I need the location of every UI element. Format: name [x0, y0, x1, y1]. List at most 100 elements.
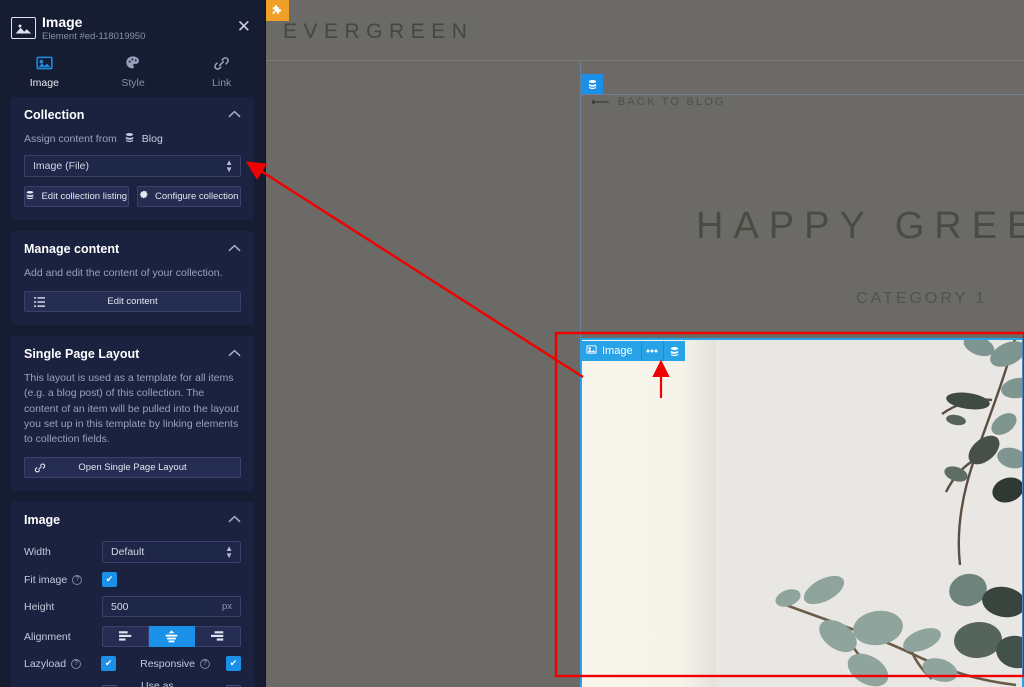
edit-content-label: Edit content [107, 296, 158, 308]
align-right-icon[interactable] [195, 626, 241, 648]
tab-link[interactable]: Link [177, 48, 265, 89]
alignment-segment[interactable] [102, 626, 241, 648]
section-image: Image Width Default ▲ ▼ Fit image ? ✔ He… [11, 502, 254, 687]
element-label-text: Image [602, 345, 633, 357]
lazyload-row: Lazyload ? Responsive ? [24, 656, 241, 672]
link-icon [34, 462, 46, 477]
assign-value[interactable]: Blog [142, 133, 163, 145]
single-page-layout-description: This layout is used as a template for al… [24, 372, 239, 446]
assign-label: Assign content from [24, 133, 117, 145]
image-icon [0, 52, 89, 74]
chevron-up-icon[interactable] [228, 244, 241, 255]
alignment-row: Alignment [24, 626, 241, 648]
dots-icon[interactable] [640, 341, 663, 361]
gear-icon [139, 190, 149, 203]
section-single-page-layout-header[interactable]: Single Page Layout [11, 336, 254, 371]
collection-field-select[interactable]: Image (File) ▲ ▼ [24, 155, 241, 177]
palette-icon [89, 52, 178, 74]
use-as-headline-label: Use as headline [141, 680, 174, 687]
tab-image-label: Image [29, 77, 59, 89]
responsive-label: Responsive [140, 657, 195, 670]
section-manage-content: Manage content Add and edit the content … [11, 231, 254, 326]
close-icon[interactable]: ✕ [237, 18, 251, 35]
manage-content-description: Add and edit the content of your collect… [24, 267, 223, 279]
width-value: Default [111, 546, 145, 559]
site-logo: EVERGREEN [283, 20, 474, 43]
photo-left-page [582, 340, 722, 687]
page-title: Image [42, 14, 83, 30]
selected-image-element[interactable] [580, 338, 1024, 687]
lazyload-label: Lazyload [24, 657, 67, 670]
fit-image-row: Fit image ? [24, 572, 241, 588]
list-icon [34, 297, 45, 310]
database-icon[interactable] [581, 74, 603, 94]
width-label: Width [24, 546, 51, 559]
site-header: EVERGREEN [266, 0, 1024, 61]
panel-tabs[interactable]: Image Style Link [0, 48, 265, 89]
alignment-label: Alignment [24, 630, 71, 643]
responsive-checkbox[interactable] [226, 656, 241, 672]
align-center-icon[interactable] [149, 626, 195, 648]
panel-header: Image Element #ed-118019950 ✕ Image Styl… [0, 0, 265, 97]
help-icon[interactable]: ? [71, 658, 82, 669]
section-manage-content-header[interactable]: Manage content [11, 231, 254, 266]
edit-collection-listing-button[interactable]: Edit collection listing [24, 186, 129, 207]
lazyload-checkbox[interactable] [101, 656, 117, 672]
help-icon[interactable]: ? [200, 658, 210, 669]
lightbox-row: Lightbox Use as headline ? [24, 680, 241, 687]
chevron-up-icon[interactable] [228, 110, 241, 121]
section-title: Image [24, 513, 61, 528]
assign-content-row: Assign content from Blog [24, 132, 241, 146]
website-canvas[interactable]: EVERGREEN ⟵ BACK TO BLOG HAPPY GREEN [266, 0, 1024, 687]
fit-image-label: Fit image [24, 573, 68, 586]
tab-style[interactable]: Style [89, 48, 178, 89]
width-select[interactable]: Default ▲ ▼ [102, 541, 241, 564]
tab-style-label: Style [121, 77, 145, 89]
database-icon[interactable] [662, 341, 685, 361]
section-title: Single Page Layout [24, 347, 140, 362]
tab-link-label: Link [212, 77, 232, 89]
element-settings-panel[interactable]: Image Element #ed-118019950 ✕ Image Styl… [0, 0, 266, 687]
height-unit: px [221, 601, 232, 613]
section-single-page-layout: Single Page Layout This layout is used a… [11, 336, 254, 492]
section-title: Collection [24, 108, 85, 122]
section-collection-header[interactable]: Collection [11, 97, 254, 132]
database-icon [124, 132, 135, 146]
section-collection: Collection Assign content from Blog Imag… [11, 97, 254, 220]
height-label: Height [24, 600, 55, 613]
align-left-icon[interactable] [102, 626, 149, 648]
open-single-page-layout-button[interactable]: Open Single Page Layout [24, 457, 241, 479]
edit-collection-listing-label: Edit collection listing [41, 191, 128, 202]
chevron-up-icon[interactable] [228, 349, 241, 360]
configure-collection-button[interactable]: Configure collection [136, 186, 241, 207]
hero-title: HAPPY GREEN [696, 205, 1024, 247]
tab-image[interactable]: Image [0, 48, 89, 89]
collection-field-value: Image (File) [33, 160, 90, 172]
image-icon [11, 17, 36, 39]
chevron-updown-icon: ▲ ▼ [225, 158, 233, 174]
height-value: 500 [111, 600, 129, 613]
open-single-page-layout-label: Open Single Page Layout [78, 462, 187, 474]
edit-content-button[interactable]: Edit content [24, 291, 241, 313]
element-id-label: Element #ed-118019950 [42, 31, 146, 42]
puzzle-icon[interactable] [266, 0, 289, 21]
element-label-bar[interactable]: Image [580, 341, 685, 361]
height-row: Height 500 px [24, 596, 241, 618]
section-image-header[interactable]: Image [11, 502, 254, 537]
height-input[interactable]: 500 px [102, 596, 241, 618]
hero-category: CATEGORY 1 [856, 290, 988, 307]
back-to-blog-label: BACK TO BLOG [617, 95, 726, 108]
chevron-updown-icon: ▲ ▼ [225, 544, 233, 561]
image-preview [582, 340, 1022, 687]
arrow-left-icon: ⟵ [591, 94, 612, 109]
image-icon [586, 344, 597, 358]
back-to-blog-link[interactable]: ⟵ BACK TO BLOG [591, 95, 726, 108]
link-icon [177, 52, 265, 74]
section-title: Manage content [24, 242, 120, 256]
fit-image-checkbox[interactable] [102, 572, 117, 588]
chevron-up-icon[interactable] [228, 515, 241, 526]
eucalyptus-illustration [716, 340, 1022, 687]
configure-collection-label: Configure collection [155, 191, 239, 202]
element-type-label[interactable]: Image [580, 341, 641, 361]
help-icon[interactable]: ? [72, 574, 83, 585]
